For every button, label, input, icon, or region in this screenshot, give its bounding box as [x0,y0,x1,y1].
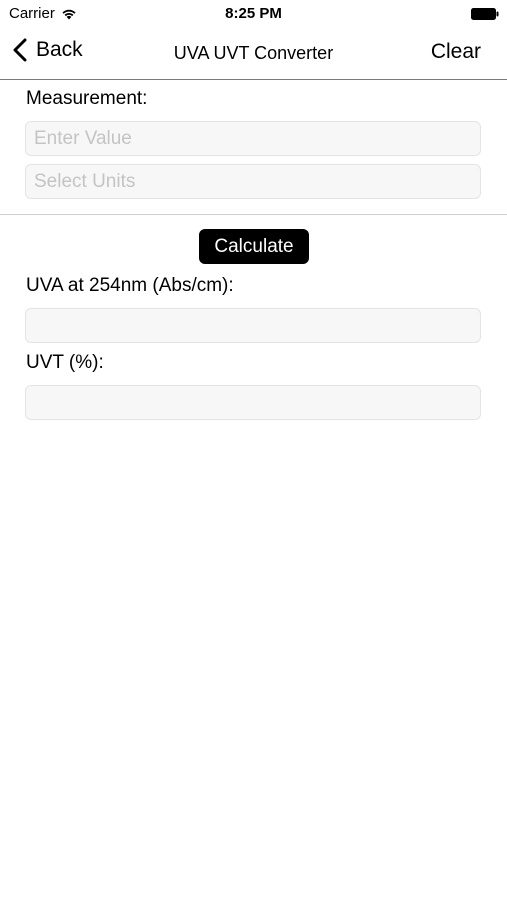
measurement-label: Measurement: [26,88,148,109]
status-bar: Carrier 8:25 PM [0,0,507,28]
calculate-button[interactable]: Calculate [199,229,309,264]
navigation-bar: Back UVA UVT Converter Clear [0,28,507,80]
measurement-value-input[interactable] [25,121,481,156]
uvt-label: UVT (%): [26,352,104,373]
battery-icon [471,8,499,20]
section-divider [0,214,507,215]
uva-result-field [25,308,481,343]
uvt-result-field [25,385,481,420]
units-select-placeholder: Select Units [34,170,136,192]
uva-label: UVA at 254nm (Abs/cm): [26,275,234,296]
units-select[interactable]: Select Units [25,164,481,199]
status-time: 8:25 PM [225,5,282,22]
clear-button[interactable]: Clear [431,40,481,64]
